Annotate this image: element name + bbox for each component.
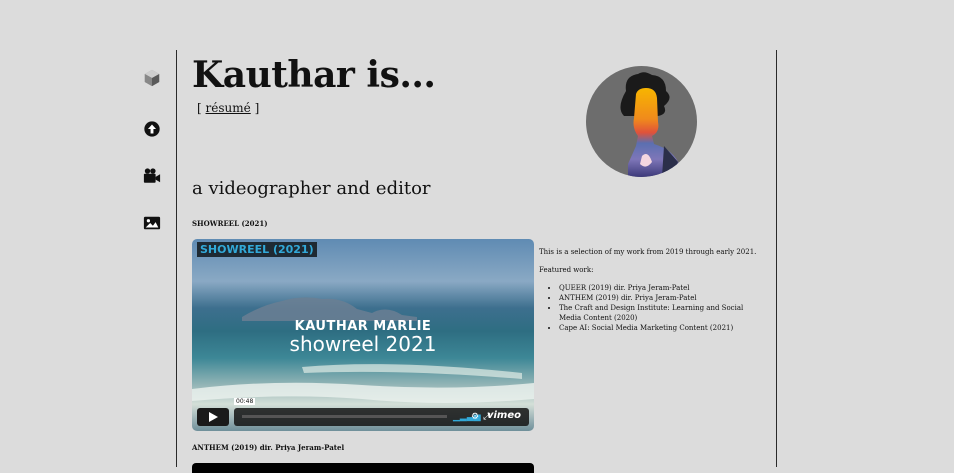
- list-item: Cape AI: Social Media Marketing Content …: [559, 323, 764, 333]
- list-item: ANTHEM (2019) dir. Priya Jeram-Patel: [559, 293, 764, 303]
- progress-bar[interactable]: [242, 415, 447, 418]
- right-divider: [776, 50, 777, 467]
- bracket-open: [: [197, 101, 202, 115]
- resume-link-group: [ résumé ]: [197, 101, 259, 115]
- bracket-close: ]: [254, 101, 260, 115]
- next-video-player[interactable]: [192, 463, 534, 473]
- avatar-portrait-image: [620, 72, 680, 177]
- play-button[interactable]: [197, 408, 229, 426]
- avatar: [586, 66, 697, 177]
- anthem-section-label: ANTHEM (2019) dir. Priya Jeram-Patel: [192, 443, 345, 452]
- showreel-section-label: SHOWREEL (2021): [192, 219, 268, 228]
- video-controls: ▁▂▃▅ ⚙ ⤢ vimeo 00:48: [197, 398, 529, 426]
- list-item: QUEER (2019) dir. Priya Jeram-Patel: [559, 283, 764, 293]
- showreel-description: This is a selection of my work from 2019…: [539, 247, 764, 333]
- subtitle: a videographer and editor: [192, 178, 431, 199]
- video-camera-icon[interactable]: [143, 167, 161, 185]
- page-title: Kauthar is...: [192, 54, 436, 96]
- featured-list: QUEER (2019) dir. Priya Jeram-Patel ANTH…: [539, 283, 764, 333]
- video-title[interactable]: SHOWREEL (2021): [197, 242, 317, 257]
- image-icon[interactable]: [143, 214, 161, 232]
- settings-icon[interactable]: ⚙: [471, 412, 479, 422]
- video-time: 00:48: [234, 398, 256, 405]
- resume-link[interactable]: résumé: [206, 101, 251, 115]
- vimeo-logo[interactable]: vimeo: [487, 410, 521, 421]
- control-bar: ▁▂▃▅ ⚙ ⤢ vimeo: [234, 408, 529, 426]
- description-text: This is a selection of my work from 2019…: [539, 248, 757, 256]
- left-divider: [176, 50, 177, 467]
- video-overlay-caption: showreel 2021: [289, 332, 437, 356]
- list-item: The Craft and Design Institute: Learning…: [559, 303, 764, 323]
- video-player[interactable]: SHOWREEL (2021) KAUTHAR MARLIE showreel …: [192, 239, 534, 431]
- arrow-up-circle-icon[interactable]: [143, 120, 161, 138]
- logo-cube-icon[interactable]: [143, 69, 161, 87]
- featured-label: Featured work:: [539, 266, 594, 274]
